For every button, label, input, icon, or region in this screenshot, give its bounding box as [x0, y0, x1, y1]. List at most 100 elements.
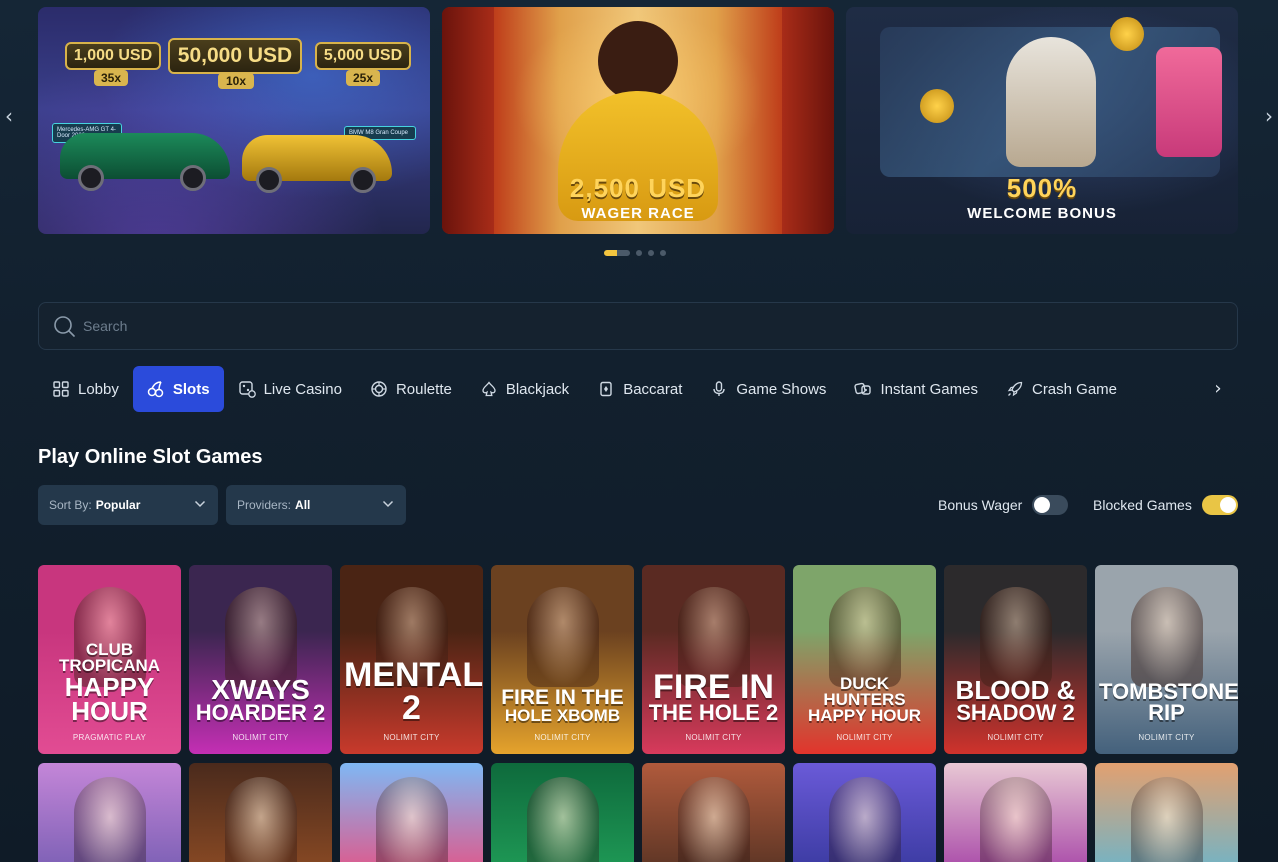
- game-provider: NOLIMIT CITY: [534, 733, 591, 742]
- game-provider: NOLIMIT CITY: [836, 733, 893, 742]
- game-title-line: FIRE IN THE: [501, 685, 624, 709]
- blocked-games-toggle-group: Blocked Games: [1093, 494, 1238, 516]
- buffalo-game[interactable]: [944, 763, 1087, 862]
- tab-blackjack[interactable]: Blackjack: [466, 366, 583, 412]
- game-title: XWAYS HOARDER 2: [193, 675, 328, 724]
- banner-headline: 500%: [1006, 173, 1078, 203]
- game-tile[interactable]: XWAYS HOARDER 2 NOLIMIT CITY: [189, 565, 332, 754]
- prize-amount: 50,000 USD: [168, 38, 302, 74]
- game-tile[interactable]: DUCK HUNTERS HAPPY HOUR NOLIMIT CITY: [793, 565, 936, 754]
- dice-icon: [854, 380, 872, 398]
- game-tile[interactable]: BLOOD & SHADOW 2 NOLIMIT CITY: [944, 565, 1087, 754]
- game-provider: NOLIMIT CITY: [1138, 733, 1195, 742]
- blocked-games-toggle[interactable]: [1201, 495, 1238, 515]
- search-icon: [53, 315, 75, 337]
- toggle-knob: [1219, 497, 1236, 513]
- banner-subline: WAGER RACE: [581, 205, 695, 222]
- game-provider: NOLIMIT CITY: [232, 733, 289, 742]
- carousel-dot[interactable]: [660, 250, 666, 256]
- character-figure: [225, 777, 297, 862]
- game-title-line: HAPPY HOUR: [807, 705, 922, 725]
- gold-coin-icon: [1110, 17, 1144, 51]
- game-tile[interactable]: CLUB TROPICANA HAPPY HOUR PRAGMATIC PLAY: [38, 565, 181, 754]
- roulette-icon: [370, 380, 388, 398]
- character-figure: [1131, 587, 1203, 687]
- tab-slots[interactable]: Slots: [132, 366, 224, 412]
- game-provider: PRAGMATIC PLAY: [72, 733, 147, 742]
- game-tile[interactable]: FIRE IN THE HOLE 2 NOLIMIT CITY: [642, 565, 785, 754]
- game-tile[interactable]: MENTAL 2 NOLIMIT CITY: [340, 565, 483, 754]
- promo-banner-cars[interactable]: 1,000 USD 35x 50,000 USD 10x 5,000 USD 2…: [38, 7, 430, 234]
- viking-game[interactable]: [642, 763, 785, 862]
- big-bass-cowboy-game[interactable]: [1095, 763, 1238, 862]
- sort-by-value: Popular: [95, 498, 141, 512]
- providers-label: Providers:: [237, 498, 292, 512]
- category-tabs: Lobby Slots Live Casino Roulette Blackja…: [38, 366, 1238, 412]
- providers-dropdown[interactable]: Providers: All: [226, 485, 406, 525]
- game-title-line: HOLE XBOMB: [504, 705, 621, 725]
- zeus-figure: [1006, 37, 1096, 167]
- bonus-wager-label: Bonus Wager: [938, 497, 1023, 513]
- tab-label: Lobby: [78, 380, 119, 398]
- zeus-game[interactable]: [38, 763, 181, 862]
- sort-by-dropdown[interactable]: Sort By: Popular: [38, 485, 218, 525]
- game-tile[interactable]: FIRE IN THE HOLE XBOMB NOLIMIT CITY: [491, 565, 634, 754]
- tab-label: Instant Games: [880, 380, 978, 398]
- providers-value: All: [295, 498, 311, 512]
- grid-icon: [52, 380, 70, 398]
- carousel-prev-button[interactable]: ‹: [2, 104, 16, 128]
- spade-icon: [480, 380, 498, 398]
- character-figure: [527, 587, 599, 687]
- character-figure: [980, 777, 1052, 862]
- game-title: FIRE IN THE HOLE 2: [646, 670, 781, 724]
- golden-cross-game[interactable]: [189, 763, 332, 862]
- tab-label: Slots: [172, 380, 210, 398]
- game-title: MENTAL 2: [344, 659, 483, 725]
- tab-label: Baccarat: [623, 380, 683, 398]
- tabs-scroll-next-button[interactable]: ›: [1206, 377, 1230, 401]
- game-tile[interactable]: TOMBSTONE RIP NOLIMIT CITY: [1095, 565, 1238, 754]
- banner-subline: WELCOME BONUS: [967, 205, 1117, 222]
- carousel-dot[interactable]: [604, 250, 630, 256]
- toggle-knob: [1034, 497, 1051, 513]
- tab-crash-game[interactable]: Crash Game: [992, 366, 1131, 412]
- sweet-heart-game[interactable]: [340, 763, 483, 862]
- tab-label: Game Shows: [736, 380, 827, 398]
- tab-baccarat[interactable]: Baccarat: [583, 366, 696, 412]
- rocket-icon: [1006, 380, 1024, 398]
- carousel-dot[interactable]: [648, 250, 654, 256]
- prize-multiplier: 25x: [346, 70, 380, 86]
- tab-game-shows[interactable]: Game Shows: [696, 366, 840, 412]
- chevron-right-icon: ›: [1214, 378, 1222, 399]
- gold-coin-icon: [920, 89, 954, 123]
- game-provider: NOLIMIT CITY: [383, 733, 440, 742]
- tab-live-casino[interactable]: Live Casino: [224, 366, 356, 412]
- character-figure: [829, 777, 901, 862]
- game-title-line: TOMBSTONE RIP: [1099, 679, 1238, 726]
- promo-banner-wager-race[interactable]: 2,500 USD WAGER RACE: [442, 7, 834, 234]
- bonus-wager-toggle[interactable]: [1032, 495, 1069, 515]
- game-title: FIRE IN THE HOLE XBOMB: [495, 685, 630, 725]
- carousel-dot[interactable]: [636, 250, 642, 256]
- carousel-next-button[interactable]: ›: [1262, 104, 1276, 128]
- game-provider: NOLIMIT CITY: [685, 733, 742, 742]
- tab-label: Roulette: [395, 380, 452, 398]
- promo-banner-welcome-bonus[interactable]: 500% WELCOME BONUS: [846, 7, 1238, 234]
- tab-instant-games[interactable]: Instant Games: [840, 366, 992, 412]
- page-title: Play Online Slot Games: [38, 446, 263, 468]
- prize-amount: 5,000 USD: [315, 42, 411, 70]
- character-figure: [1131, 777, 1203, 862]
- zeus-lightning-game[interactable]: [793, 763, 936, 862]
- search-bar: [38, 302, 1238, 350]
- search-input[interactable]: [83, 318, 1183, 334]
- chevron-down-icon: [382, 497, 394, 514]
- tab-lobby[interactable]: Lobby: [38, 366, 133, 412]
- game-provider: NOLIMIT CITY: [987, 733, 1044, 742]
- bonus-wager-toggle-group: Bonus Wager: [938, 494, 1069, 516]
- chevron-left-icon: ‹: [5, 104, 13, 128]
- tab-roulette[interactable]: Roulette: [356, 366, 466, 412]
- character-figure: [829, 587, 901, 687]
- panda-game[interactable]: [491, 763, 634, 862]
- game-title-line: CLUB TROPICANA: [58, 640, 161, 676]
- chevron-down-icon: [194, 497, 206, 514]
